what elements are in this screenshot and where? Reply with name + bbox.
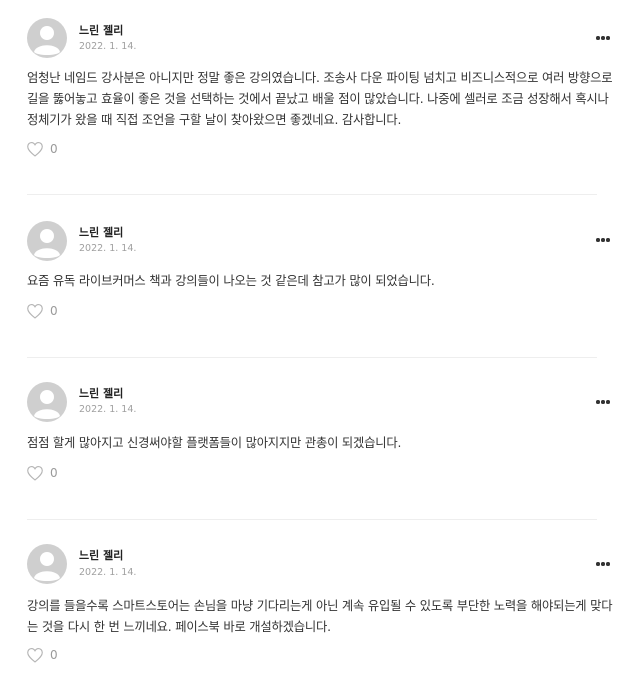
more-options-button[interactable]: [590, 394, 616, 410]
avatar[interactable]: [27, 382, 67, 422]
comment-text: 엄청난 네임드 강사분은 아니지만 정말 좋은 강의였습니다. 조송사 다운 파…: [27, 71, 613, 127]
like-button[interactable]: 0: [26, 302, 58, 320]
more-dots-icon: [596, 562, 600, 566]
default-user-avatar-icon: [27, 382, 67, 422]
comment-date: 2022. 1. 14.: [79, 41, 137, 52]
like-count: 0: [50, 648, 58, 662]
comment-item: 느린 젤리 2022. 1. 14. 요즘 유독 라이브커머스 책과 강의들이 …: [0, 195, 624, 357]
avatar[interactable]: [27, 221, 67, 261]
comment-item: 느린 젤리 2022. 1. 14. 엄청난 네임드 강사분은 아니지만 정말 …: [0, 0, 624, 195]
heart-outline-icon: [27, 648, 43, 663]
more-options-button[interactable]: [590, 30, 616, 46]
more-dots-icon: [596, 36, 600, 40]
default-user-avatar-icon: [27, 221, 67, 261]
comment-author[interactable]: 느린 젤리: [79, 549, 123, 563]
comment-item: 느린 젤리 2022. 1. 14. 강의를 들을수록 스마트스토어는 손님을 …: [0, 520, 624, 680]
like-button[interactable]: 0: [26, 140, 58, 158]
avatar[interactable]: [27, 18, 67, 58]
comment-text: 강의를 들을수록 스마트스토어는 손님을 마냥 기다리는게 아닌 계속 유입될 …: [27, 599, 613, 634]
comment-text: 요즘 유독 라이브커머스 책과 강의들이 나오는 것 같은데 참고가 많이 되었…: [27, 274, 435, 288]
comment-date: 2022. 1. 14.: [79, 567, 137, 578]
comment-date: 2022. 1. 14.: [79, 404, 137, 415]
more-dots-icon: [596, 400, 600, 404]
heart-outline-icon: [27, 466, 43, 481]
like-button[interactable]: 0: [26, 464, 58, 482]
comment-date: 2022. 1. 14.: [79, 243, 137, 254]
comment-author[interactable]: 느린 젤리: [79, 387, 123, 401]
like-count: 0: [50, 466, 58, 480]
default-user-avatar-icon: [27, 18, 67, 58]
more-options-button[interactable]: [590, 232, 616, 248]
like-button[interactable]: 0: [26, 646, 58, 664]
comment-author[interactable]: 느린 젤리: [79, 226, 123, 240]
comment-item: 느린 젤리 2022. 1. 14. 점점 할게 많아지고 신경써야할 플랫폼들…: [0, 358, 624, 520]
comment-text: 점점 할게 많아지고 신경써야할 플랫폼들이 많아지지만 관총이 되겠습니다.: [27, 436, 402, 450]
default-user-avatar-icon: [27, 544, 67, 584]
comment-author[interactable]: 느린 젤리: [79, 24, 123, 38]
like-count: 0: [50, 142, 58, 156]
more-dots-icon: [596, 238, 600, 242]
avatar[interactable]: [27, 544, 67, 584]
more-options-button[interactable]: [590, 556, 616, 572]
heart-outline-icon: [27, 142, 43, 157]
like-count: 0: [50, 304, 58, 318]
heart-outline-icon: [27, 304, 43, 319]
